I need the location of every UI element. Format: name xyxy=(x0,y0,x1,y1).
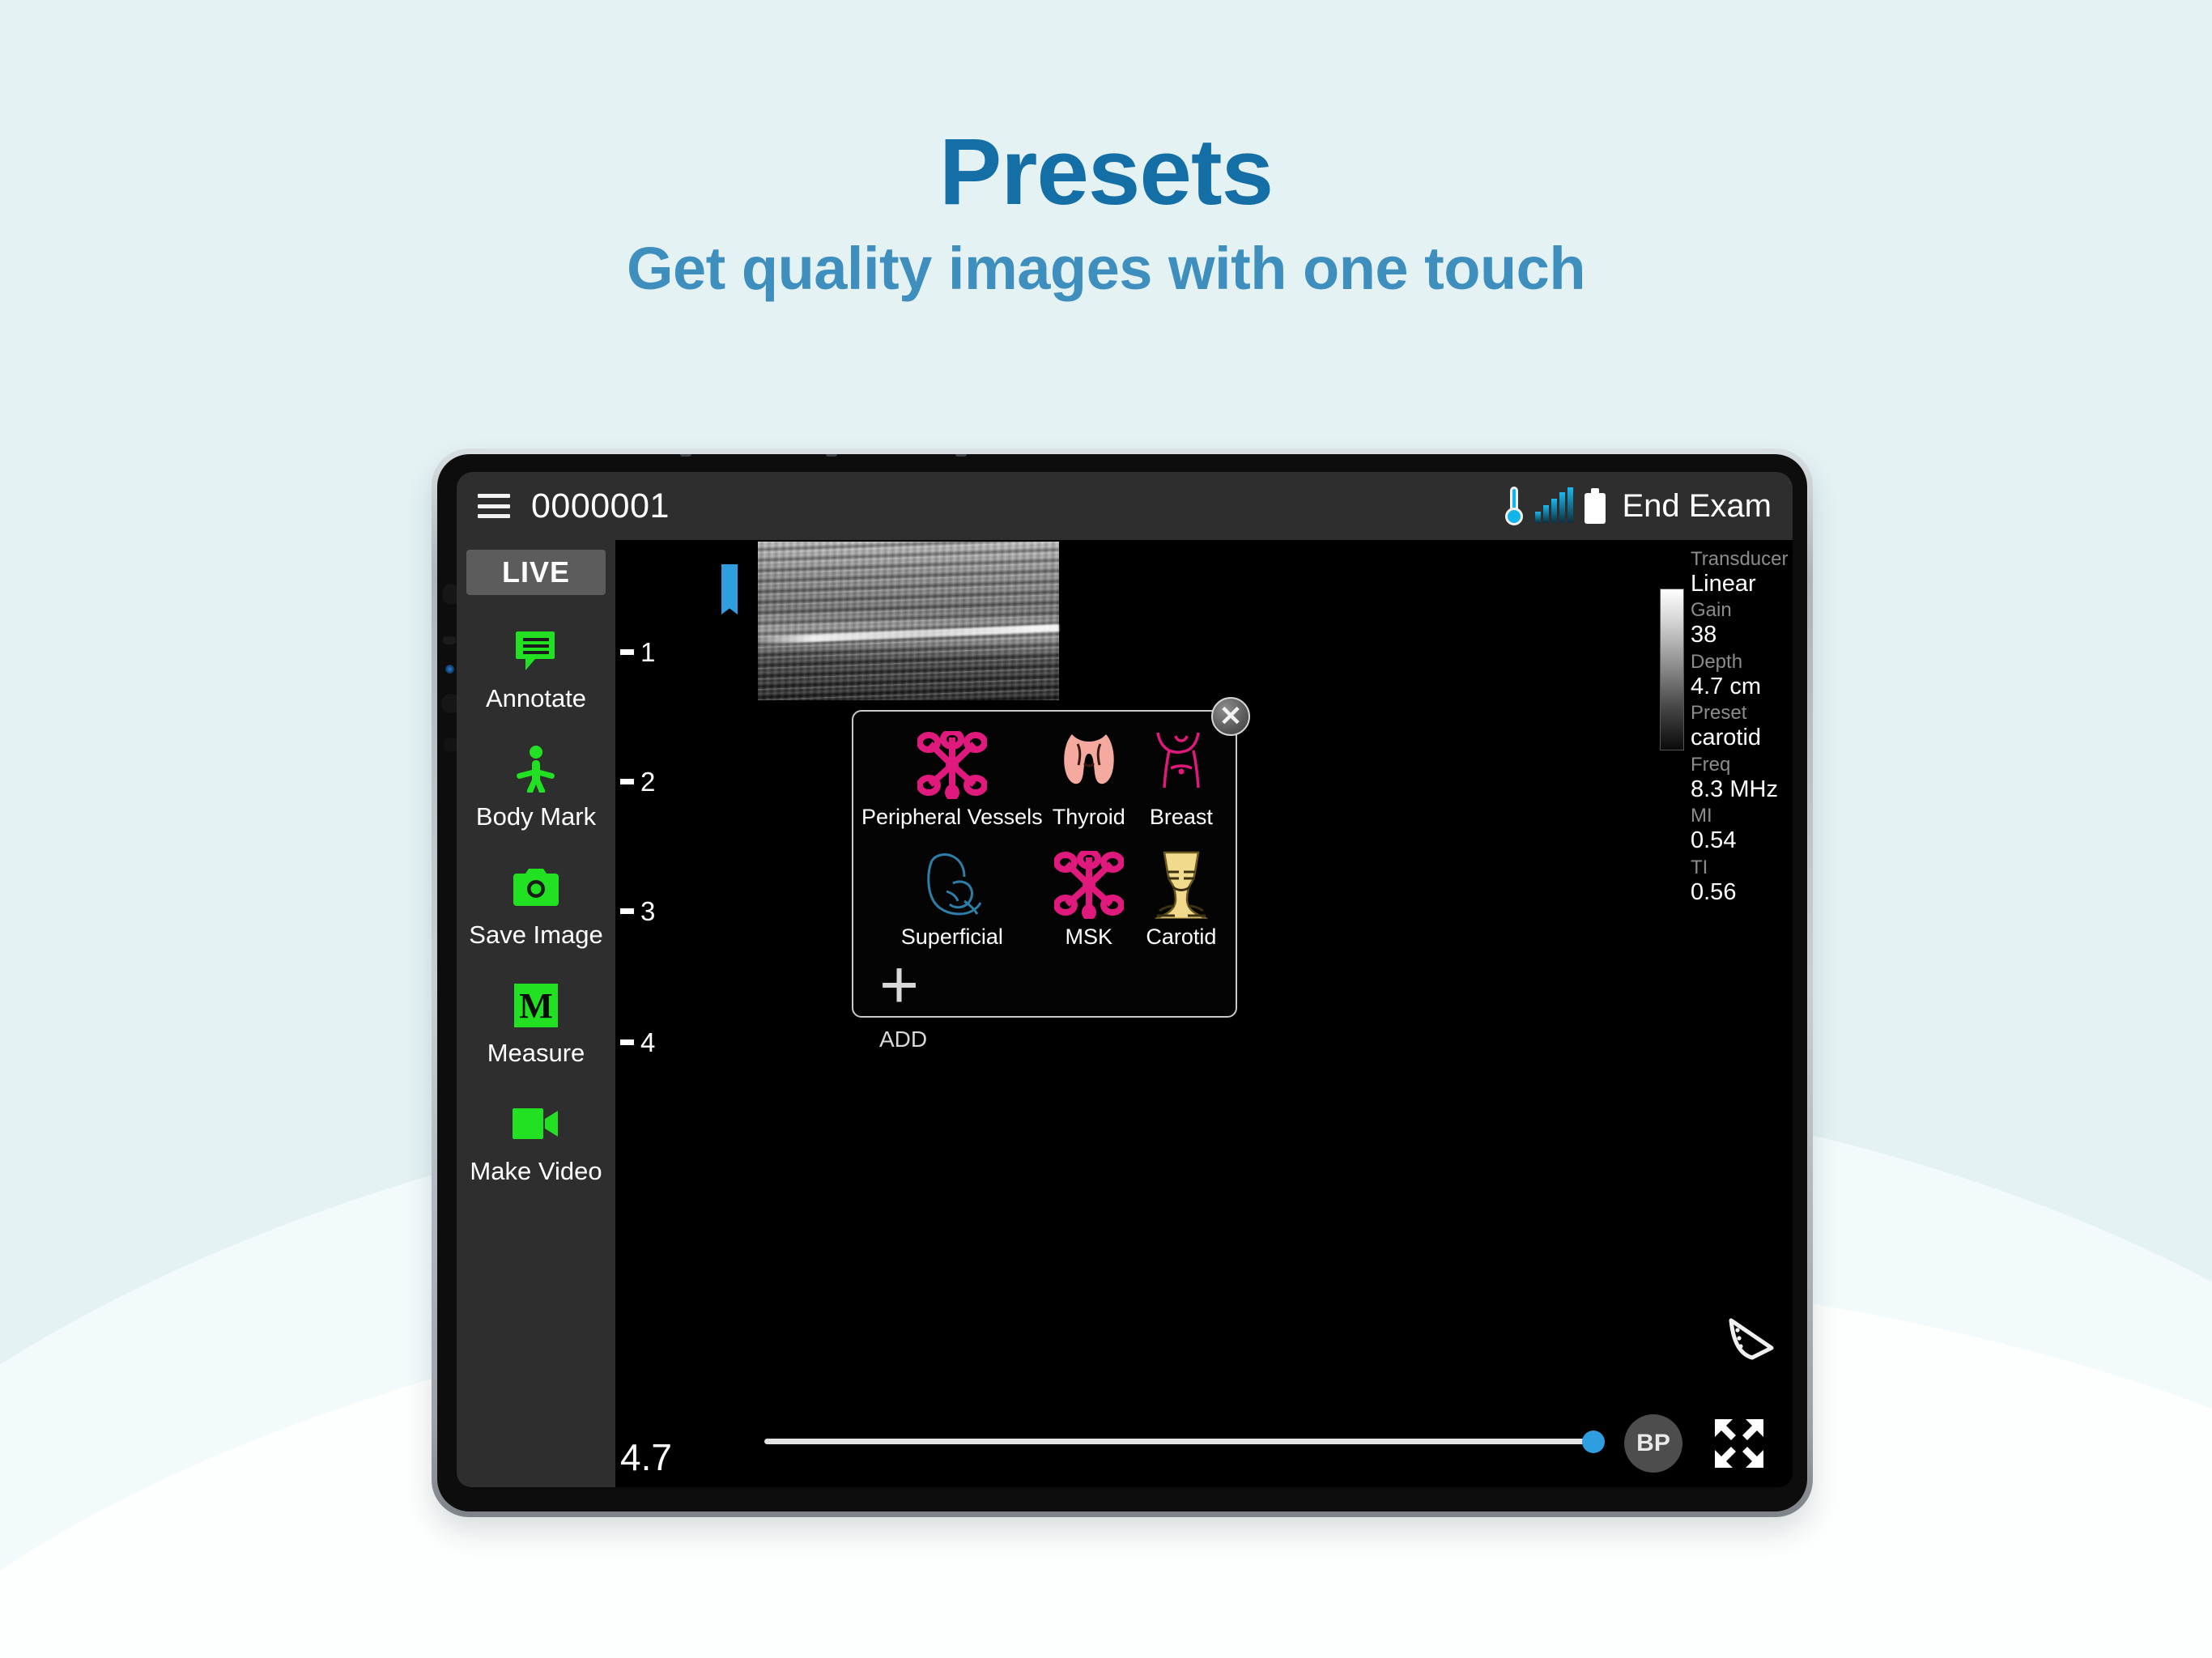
preset-label: Thyroid xyxy=(1052,805,1125,829)
neck-carotid-icon xyxy=(1146,844,1216,919)
param-value: 0.56 xyxy=(1691,878,1737,905)
svg-text:M: M xyxy=(519,986,553,1026)
page-title: Presets xyxy=(938,119,1274,224)
sidebar-item-annotate[interactable]: Annotate xyxy=(457,626,615,713)
param-label: Gain xyxy=(1691,599,1732,622)
depth-tick: 2 xyxy=(620,768,655,795)
depth-tick-label: 1 xyxy=(640,637,656,667)
depth-tick-label: 3 xyxy=(640,896,656,926)
param-value: 0.54 xyxy=(1691,827,1737,854)
hamburger-menu-icon[interactable] xyxy=(478,494,510,518)
sensor-slot xyxy=(443,636,456,644)
param-value: Linear xyxy=(1691,570,1756,597)
annotate-icon xyxy=(513,626,559,676)
sidebar-item-label: Make Video xyxy=(470,1157,602,1185)
add-preset-button[interactable]: + ADD xyxy=(861,946,1227,1052)
camera-icon xyxy=(513,862,559,912)
arm-muscle-icon xyxy=(917,844,987,919)
vessel-network-icon xyxy=(917,725,987,799)
bezel-notch xyxy=(826,454,837,457)
preset-label: Carotid xyxy=(1146,925,1217,949)
depth-scale: 1 2 3 4 4.7 xyxy=(620,540,680,1487)
param-label: MI xyxy=(1691,805,1712,827)
depth-tick: 3 xyxy=(620,898,655,925)
top-bar-status-group: End Exam xyxy=(1504,487,1772,525)
depth-tick-label: 4 xyxy=(640,1027,656,1057)
preset-grid: Peripheral Vessels Thyroid Breast Superf… xyxy=(861,725,1227,950)
tablet-device: 0000001 End Exam LIVE Annotate Body Mark… xyxy=(432,449,1813,1517)
breast-torso-icon xyxy=(1146,725,1216,799)
param-value: 8.3 MHz xyxy=(1691,776,1778,802)
tablet-bezel: 0000001 End Exam LIVE Annotate Body Mark… xyxy=(437,454,1807,1511)
gain-slider-track[interactable] xyxy=(764,1439,1590,1444)
sidebar-item-save-image[interactable]: Save Image xyxy=(457,862,615,950)
left-toolbar: LIVE Annotate Body Mark Save Image M Mea… xyxy=(457,540,615,1487)
body-mark-icon xyxy=(514,744,558,794)
param-label: TI xyxy=(1691,856,1708,878)
sector-probe-icon[interactable] xyxy=(1725,1316,1780,1364)
add-preset-label: ADD xyxy=(879,1026,928,1052)
sidebar-item-measure[interactable]: M Measure xyxy=(457,980,615,1068)
sidebar-item-make-video[interactable]: Make Video xyxy=(457,1099,615,1186)
headline-block: Presets Get quality images with one touc… xyxy=(0,121,2212,303)
plus-icon: + xyxy=(879,946,920,1022)
ultrasound-image xyxy=(758,542,1059,700)
status-led-icon xyxy=(445,665,454,674)
sidebar-item-label: Body Mark xyxy=(475,802,597,831)
sidebar-item-label: Annotate xyxy=(485,684,587,712)
preset-item-breast[interactable]: Breast xyxy=(1135,725,1227,830)
param-label: Transducer xyxy=(1691,548,1789,570)
depth-tick: 1 xyxy=(620,639,655,665)
preset-item-msk[interactable]: MSK xyxy=(1043,844,1135,950)
preset-label: Breast xyxy=(1149,805,1213,829)
page-subtitle: Get quality images with one touch xyxy=(626,235,1586,303)
app-top-bar: 0000001 End Exam xyxy=(457,472,1793,540)
fullscreen-expand-icon[interactable] xyxy=(1712,1416,1767,1471)
bp-button[interactable]: BP xyxy=(1624,1414,1682,1473)
bezel-notch xyxy=(955,454,967,457)
preset-item-thyroid[interactable]: Thyroid xyxy=(1043,725,1135,830)
ultrasound-canvas[interactable]: 1 2 3 4 4.7 Transducer Linear Gain 38 De… xyxy=(615,540,1793,1487)
battery-icon xyxy=(1585,488,1606,524)
sidebar-item-label: Save Image xyxy=(469,920,603,949)
preset-item-superficial[interactable]: Superficial xyxy=(861,844,1043,950)
measure-m-icon: M xyxy=(514,980,558,1031)
bottom-control-bar: BP xyxy=(758,1380,1778,1477)
param-value: 4.7 cm xyxy=(1691,673,1762,699)
app-main-area: LIVE Annotate Body Mark Save Image M Mea… xyxy=(457,540,1793,1487)
depth-tick: 4 xyxy=(620,1029,655,1056)
depth-total-label: 4.7 xyxy=(620,1436,672,1478)
thyroid-gland-icon xyxy=(1054,725,1124,799)
param-label: Preset xyxy=(1691,702,1747,725)
gain-slider-thumb[interactable] xyxy=(1582,1431,1605,1453)
app-screen: 0000001 End Exam LIVE Annotate Body Mark… xyxy=(457,472,1793,1487)
param-label: Freq xyxy=(1691,753,1731,776)
bezel-notch xyxy=(680,454,691,457)
grayscale-gradient-bar xyxy=(1660,589,1684,750)
imaging-parameters-panel: Transducer Linear Gain 38 Depth 4.7 cm P… xyxy=(1691,548,1789,908)
video-camera-icon xyxy=(513,1099,559,1149)
preset-label: MSK xyxy=(1065,925,1112,949)
sidebar-item-body-mark[interactable]: Body Mark xyxy=(457,744,615,831)
thermometer-icon xyxy=(1504,487,1524,525)
live-button[interactable]: LIVE xyxy=(466,550,606,595)
param-label: Depth xyxy=(1691,650,1743,673)
preset-item-peripheral-vessels[interactable]: Peripheral Vessels xyxy=(861,725,1043,830)
sidebar-item-label: Measure xyxy=(487,1039,585,1067)
close-icon[interactable]: ✕ xyxy=(1211,697,1250,736)
param-value: 38 xyxy=(1691,622,1717,648)
preset-label: Peripheral Vessels xyxy=(861,805,1043,829)
end-exam-button[interactable]: End Exam xyxy=(1622,488,1772,525)
vessel-network-icon xyxy=(1053,844,1124,919)
signal-bars-icon xyxy=(1535,487,1574,523)
exam-id-label: 0000001 xyxy=(531,486,670,525)
orientation-marker-icon xyxy=(721,564,738,614)
param-value: carotid xyxy=(1691,725,1762,751)
depth-tick-label: 2 xyxy=(640,767,656,797)
preset-item-carotid[interactable]: Carotid xyxy=(1135,844,1227,950)
preset-dialog: ✕ Peripheral Vessels Thyroid Breast Supe… xyxy=(852,697,1250,1052)
